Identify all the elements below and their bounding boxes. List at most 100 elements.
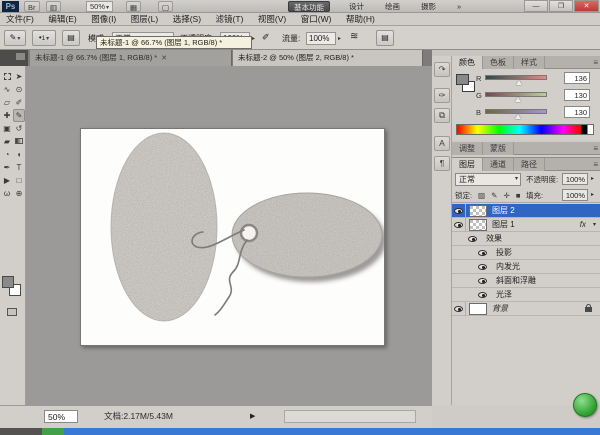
layer-thumbnail[interactable] <box>469 205 487 217</box>
visibility-toggle[interactable] <box>476 274 490 288</box>
brush-preset-picker[interactable]: •1▾ <box>32 30 56 46</box>
layer-thumbnail[interactable] <box>469 303 487 315</box>
red-value[interactable]: 136 <box>564 72 590 84</box>
document-canvas[interactable] <box>80 128 385 346</box>
visibility-toggle[interactable] <box>476 288 490 302</box>
tab-layers[interactable]: 图层 <box>452 158 483 171</box>
effect-name[interactable]: 光泽 <box>496 288 512 302</box>
healing-brush-tool[interactable]: ✚ <box>1 109 13 122</box>
history-brush-tool[interactable]: ↺ <box>13 122 25 135</box>
visibility-toggle[interactable] <box>452 218 466 232</box>
blue-slider-thumb[interactable] <box>515 114 521 119</box>
menu-file[interactable]: 文件(F) <box>0 13 40 26</box>
menu-help[interactable]: 帮助(H) <box>340 13 381 26</box>
fill-arrow-icon[interactable]: ▸ <box>591 191 594 198</box>
eyedropper-tool[interactable]: ✐ <box>13 96 25 109</box>
type-tool[interactable]: T <box>13 161 25 174</box>
toggle-brush-panel-icon[interactable]: ▤ <box>62 30 80 46</box>
foreground-color-swatch[interactable] <box>2 276 14 288</box>
opacity-arrow-icon[interactable]: ▸ <box>591 175 594 182</box>
layers-opacity-field[interactable]: 100% <box>562 173 588 185</box>
taskbar-green-item[interactable] <box>42 428 64 435</box>
effect-row-bevel-emboss[interactable]: 斜面和浮雕 <box>452 274 600 288</box>
panel-menu-icon[interactable]: ≡ <box>593 158 598 171</box>
visibility-toggle[interactable] <box>452 204 466 218</box>
tab-color[interactable]: 颜色 <box>452 56 483 69</box>
tab-paths[interactable]: 路径 <box>514 158 545 171</box>
menu-edit[interactable]: 编辑(E) <box>42 13 82 26</box>
effect-name[interactable]: 内发光 <box>496 260 520 274</box>
effect-row-drop-shadow[interactable]: 投影 <box>452 246 600 260</box>
tab-swatches[interactable]: 色板 <box>483 56 514 69</box>
visibility-toggle[interactable] <box>476 246 490 260</box>
toolbox-dock-header[interactable] <box>0 50 28 66</box>
flow-field[interactable]: 100% <box>306 32 336 45</box>
workspace-basic-button[interactable]: 基本功能 <box>288 1 330 12</box>
tab-channels[interactable]: 通道 <box>483 158 514 171</box>
effect-name[interactable]: 斜面和浮雕 <box>496 274 536 288</box>
layer-name[interactable]: 图层 2 <box>492 204 515 218</box>
quick-selection-tool[interactable]: ⊙ <box>13 83 25 96</box>
airbrush-icon[interactable]: ≋ <box>350 31 358 42</box>
history-panel-icon[interactable]: ↷ <box>434 62 450 77</box>
zoom-level-dropdown[interactable]: 50%▾ <box>86 1 113 12</box>
effects-label[interactable]: 效果 <box>486 232 502 246</box>
menu-view[interactable]: 视图(V) <box>252 13 292 26</box>
clone-source-panel-icon[interactable]: ⧉ <box>434 108 450 123</box>
layer-name[interactable]: 图层 1 <box>492 218 515 232</box>
close-tab-icon[interactable]: ✕ <box>161 55 167 62</box>
lasso-tool[interactable]: ∿ <box>1 83 13 96</box>
hand-tool[interactable]: ω <box>1 187 13 200</box>
move-tool[interactable]: ➤ <box>13 70 25 83</box>
tab-styles[interactable]: 样式 <box>514 56 545 69</box>
clone-stamp-tool[interactable]: ▣ <box>1 122 13 135</box>
brush-tool-selected[interactable]: ✎ <box>13 109 25 122</box>
active-tool-icon[interactable]: ✎▾ <box>4 30 26 46</box>
visibility-toggle[interactable] <box>466 232 480 246</box>
tab-masks[interactable]: 蒙版 <box>483 142 514 155</box>
green-overlay-badge[interactable] <box>573 393 597 417</box>
brush-presets-panel-icon[interactable]: ✑ <box>434 88 450 103</box>
effect-row-satin[interactable]: 光泽 <box>452 288 600 302</box>
tab-untitled-1[interactable]: 未标题-1 @ 66.7% (图层 1, RGB/8) *✕ <box>30 50 232 66</box>
workspace-more-button[interactable]: » <box>452 1 466 12</box>
layer-row-layer1[interactable]: 图层 1 fx ▾ <box>452 218 600 232</box>
pen-tool[interactable]: ✒ <box>1 161 13 174</box>
collapse-effects-icon[interactable]: ▾ <box>593 218 596 232</box>
character-panel-icon[interactable]: A <box>434 136 450 151</box>
visibility-toggle[interactable] <box>476 260 490 274</box>
menu-select[interactable]: 选择(S) <box>167 13 207 26</box>
visibility-toggle[interactable] <box>452 302 466 316</box>
menu-image[interactable]: 图像(I) <box>85 13 122 26</box>
blend-mode-select[interactable]: 正常▾ <box>455 173 521 186</box>
screen-mode-icon[interactable]: ▢ <box>158 1 173 12</box>
view-extras-icon[interactable]: ▥ <box>46 1 61 12</box>
menu-layer[interactable]: 图层(L) <box>125 13 164 26</box>
close-button[interactable]: ✕ <box>574 0 599 12</box>
red-slider-thumb[interactable] <box>516 80 522 85</box>
layer-name[interactable]: 背景 <box>492 302 508 316</box>
green-value[interactable]: 130 <box>564 89 590 101</box>
fill-field[interactable]: 100% <box>562 189 588 201</box>
effects-group-row[interactable]: 效果 <box>452 232 600 246</box>
fx-badge[interactable]: fx <box>580 218 586 232</box>
restore-button[interactable]: ❐ <box>549 0 573 12</box>
layer-thumbnail[interactable] <box>469 219 487 231</box>
color-spectrum-ramp[interactable] <box>456 124 594 135</box>
status-flyout-icon[interactable]: ▶ <box>250 412 255 420</box>
layer-row-layer2[interactable]: 图层 2 <box>452 204 600 218</box>
tab-untitled-2[interactable]: 未标题-2 @ 50% (图层 2, RGB/8) * <box>233 50 423 66</box>
eraser-tool[interactable]: ▰ <box>1 135 13 148</box>
gradient-tool[interactable] <box>13 135 25 148</box>
toggle-panels-icon[interactable]: ▤ <box>376 30 394 46</box>
status-zoom-field[interactable]: 50% <box>44 410 78 423</box>
flow-dropdown-arrow-icon[interactable]: ▸ <box>338 35 341 42</box>
effect-name[interactable]: 投影 <box>496 246 512 260</box>
arrange-documents-icon[interactable]: ▦ <box>126 1 141 12</box>
shape-tool[interactable]: □ <box>13 174 25 187</box>
panel-menu-icon[interactable]: ≡ <box>593 56 598 69</box>
blur-tool[interactable]: ◔ <box>1 148 13 161</box>
layer-row-background[interactable]: 背景 <box>452 302 600 316</box>
foreground-color-swatch[interactable] <box>456 74 469 85</box>
lock-buttons[interactable]: ▨ ✎ ✛ ■ <box>478 191 522 200</box>
